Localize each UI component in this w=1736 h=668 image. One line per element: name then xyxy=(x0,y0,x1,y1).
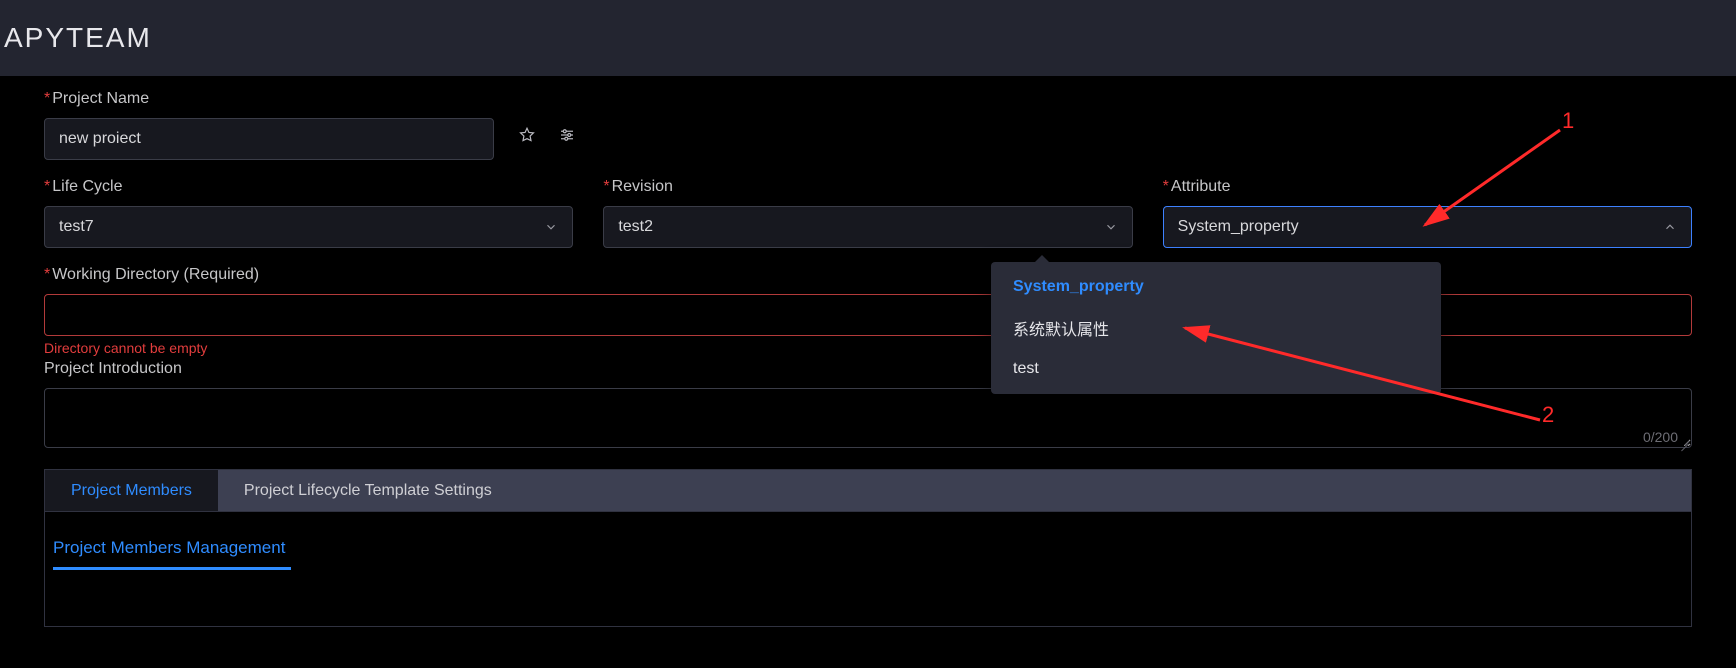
members-management-heading: Project Members Management xyxy=(53,538,285,566)
label-working-dir: Working Directory (Required) xyxy=(44,266,1692,284)
annotation-1: 1 xyxy=(1562,108,1574,134)
life-cycle-select[interactable]: test7 xyxy=(44,206,573,248)
resize-handle-icon[interactable] xyxy=(1678,439,1690,451)
tab-lifecycle-settings-label: Project Lifecycle Template Settings xyxy=(244,482,492,500)
tab-body: Project Members Management xyxy=(44,511,1692,627)
chevron-up-icon xyxy=(1663,220,1677,234)
star-icon[interactable] xyxy=(514,122,540,148)
revision-select[interactable]: test2 xyxy=(603,206,1132,248)
project-form-page: Project Name Life Cycle t xyxy=(26,76,1710,668)
field-revision: Revision test2 xyxy=(603,178,1132,248)
project-tabs: Project Members Project Lifecycle Templa… xyxy=(44,469,1692,511)
chevron-down-icon xyxy=(1104,220,1118,234)
working-dir-error: Directory cannot be empty xyxy=(44,340,1692,356)
attribute-dropdown: System_property 系统默认属性 test xyxy=(991,262,1441,394)
working-dir-input[interactable] xyxy=(44,294,1692,336)
attribute-value: System_property xyxy=(1178,218,1299,236)
tab-project-members[interactable]: Project Members xyxy=(45,470,218,511)
annotation-2: 2 xyxy=(1542,402,1554,428)
intro-textarea[interactable] xyxy=(44,388,1692,448)
field-project-name: Project Name xyxy=(44,90,1692,160)
attribute-option-test[interactable]: test xyxy=(991,350,1441,388)
row-lc-rev-attr: Life Cycle test7 Revision test2 Attribut… xyxy=(44,178,1692,248)
label-project-name: Project Name xyxy=(44,90,1692,108)
app-brand: APYTEAM xyxy=(0,0,1736,76)
field-attribute: Attribute System_property xyxy=(1163,178,1692,248)
chevron-down-icon xyxy=(544,220,558,234)
attribute-select[interactable]: System_property xyxy=(1163,206,1692,248)
attribute-option-default-cn[interactable]: 系统默认属性 xyxy=(991,306,1441,350)
label-attribute: Attribute xyxy=(1163,178,1692,196)
tab-project-members-label: Project Members xyxy=(71,482,192,500)
brand-text: APYTEAM xyxy=(4,22,152,54)
sliders-icon[interactable] xyxy=(554,122,580,148)
field-intro: Project Introduction 0/200 xyxy=(44,360,1692,453)
revision-value: test2 xyxy=(618,218,653,236)
label-revision: Revision xyxy=(603,178,1132,196)
project-name-input[interactable] xyxy=(44,118,494,160)
attribute-option-system-property[interactable]: System_property xyxy=(991,268,1441,306)
field-working-dir: Working Directory (Required) Directory c… xyxy=(44,266,1692,356)
label-intro: Project Introduction xyxy=(44,360,1692,378)
life-cycle-value: test7 xyxy=(59,218,94,236)
field-life-cycle: Life Cycle test7 xyxy=(44,178,573,248)
tab-lifecycle-settings[interactable]: Project Lifecycle Template Settings xyxy=(218,470,518,511)
label-life-cycle: Life Cycle xyxy=(44,178,573,196)
